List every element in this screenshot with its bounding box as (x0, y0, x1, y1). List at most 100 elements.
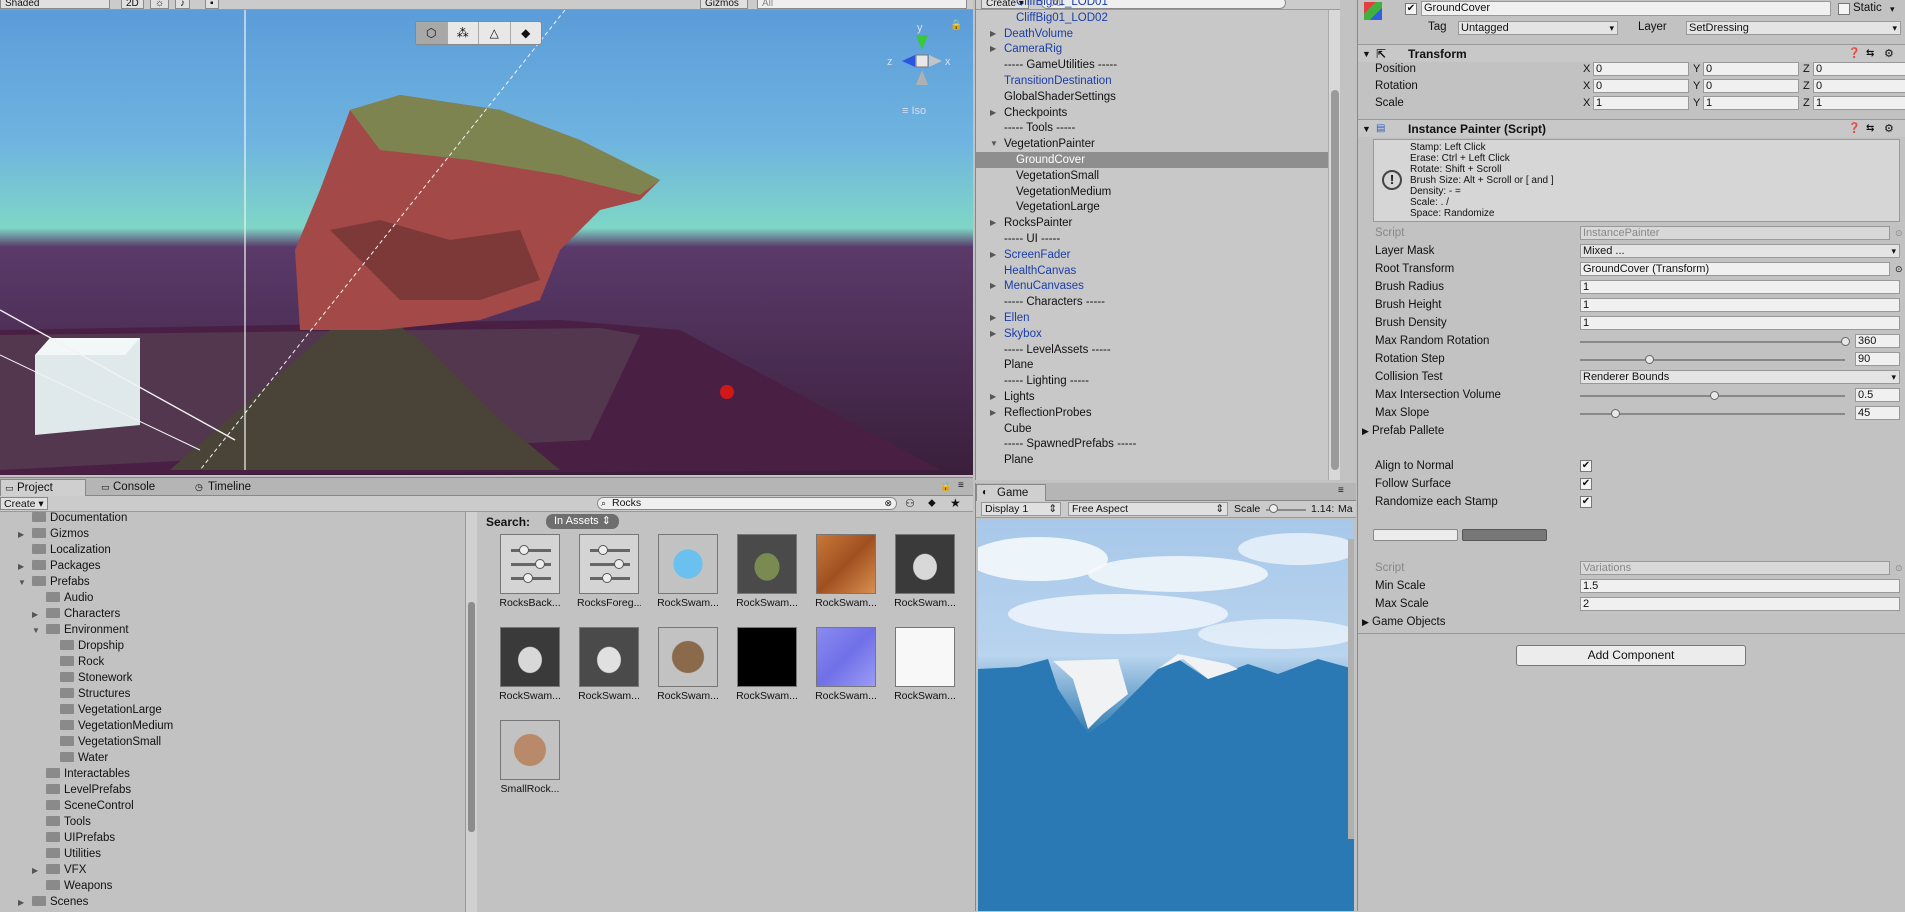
expand-arrow-icon[interactable]: ▶ (990, 278, 1000, 294)
game-objects-foldout-icon[interactable]: ▶ (1362, 614, 1369, 631)
rotation-step-field[interactable]: 90 (1855, 352, 1900, 366)
rotation-step-knob[interactable] (1645, 355, 1654, 364)
asset-item[interactable]: RocksForeg... (577, 534, 641, 616)
hierarchy-item[interactable]: ▶ Lights (976, 389, 1340, 405)
favorite-star-icon[interactable]: ★ (950, 496, 961, 510)
asset-item[interactable]: RocksBack... (498, 534, 562, 616)
folder-item[interactable]: Structures (46, 686, 130, 702)
expand-arrow-icon[interactable]: ▶ (990, 26, 1000, 42)
object-name-field[interactable]: GroundCover (1421, 1, 1831, 16)
hierarchy-item[interactable]: CliffBig01_LOD02 (976, 10, 1340, 26)
hierarchy-item[interactable]: ▶ CameraRig (976, 41, 1340, 57)
folder-item[interactable]: ▶ VFX (32, 862, 86, 878)
game-objects-row[interactable]: ▶ Game Objects (1358, 614, 1905, 631)
expand-arrow-icon[interactable]: ▶ (990, 215, 1000, 231)
active-checkbox[interactable]: ✔ (1405, 3, 1417, 15)
shape-tool-icon[interactable]: ◆ (511, 22, 542, 44)
palette-button-2[interactable] (1462, 529, 1547, 541)
transform-z-field[interactable]: 1 (1813, 96, 1905, 110)
folder-item[interactable]: VegetationMedium (46, 718, 173, 734)
min-scale-field[interactable]: 1.5 (1580, 579, 1900, 593)
max-slope-knob[interactable] (1611, 409, 1620, 418)
move-tool-icon[interactable]: ⬡ (416, 22, 448, 44)
axis-x-label[interactable]: X (1583, 61, 1590, 78)
view-mode-label[interactable]: ≡ Iso (902, 105, 926, 117)
display-dropdown[interactable]: Display 1 ⇕ (981, 502, 1061, 516)
tab-console[interactable]: ▭ Console (97, 479, 177, 496)
light-gizmo-icon[interactable] (720, 385, 734, 399)
static-dropdown-icon[interactable]: ▾ (1890, 4, 1895, 15)
lock-icon[interactable]: 🔒 (950, 20, 962, 31)
audio-toggle-icon[interactable]: ♪ (175, 0, 190, 9)
tab-game[interactable]: ◐ Game (976, 484, 1046, 501)
expand-arrow-icon[interactable]: ▶ (990, 105, 1000, 121)
expand-arrow-icon[interactable]: ▶ (32, 863, 46, 879)
hierarchy-item[interactable]: ----- UI ----- (976, 231, 1340, 247)
script2-picker-icon[interactable]: ⊙ (1895, 560, 1903, 577)
filter-label-icon[interactable]: ⬥ (928, 497, 936, 510)
max-random-rotation-knob[interactable] (1841, 337, 1850, 346)
folder-item[interactable]: ▶ Gizmos (18, 526, 89, 542)
hierarchy-item[interactable]: ----- LevelAssets ----- (976, 342, 1340, 358)
max-intersection-field[interactable]: 0.5 (1855, 388, 1900, 402)
axis-y-label[interactable]: Y (1693, 61, 1700, 78)
tab-timeline[interactable]: ◷ Timeline (192, 479, 272, 496)
2d-toggle[interactable]: 2D (121, 0, 144, 9)
add-component-button[interactable]: Add Component (1516, 645, 1746, 666)
pen-tool-icon[interactable]: △ (479, 22, 511, 44)
expand-arrow-icon[interactable]: ▶ (990, 405, 1000, 421)
asset-item[interactable]: RockSwam... (498, 627, 562, 709)
asset-item[interactable]: RockSwam... (814, 534, 878, 616)
project-create-button[interactable]: Create ▾ (0, 497, 48, 510)
transform-y-field[interactable]: 1 (1703, 96, 1799, 110)
asset-item[interactable]: RockSwam... (577, 627, 641, 709)
rotation-step-slider[interactable] (1580, 359, 1845, 361)
folder-item[interactable]: ▶ Characters (32, 606, 120, 622)
vertex-tool-icon[interactable]: ⁂ (448, 22, 479, 44)
hierarchy-item[interactable]: ----- Tools ----- (976, 120, 1340, 136)
hierarchy-item[interactable]: ▶ Ellen (976, 310, 1340, 326)
hierarchy-item[interactable]: ▶ ScreenFader (976, 247, 1340, 263)
hierarchy-item[interactable]: VegetationMedium (976, 184, 1340, 200)
hierarchy-item[interactable]: HealthCanvas (976, 263, 1340, 279)
folder-item[interactable]: ▶ Scenes (18, 894, 88, 910)
folder-item[interactable]: Utilities (32, 846, 101, 862)
max-intersection-knob[interactable] (1710, 391, 1719, 400)
gizmos-dropdown[interactable]: Gizmos (700, 0, 748, 9)
folder-item[interactable]: Weapons (32, 878, 112, 894)
lighting-toggle-icon[interactable]: ☼ (150, 0, 170, 9)
transform-header[interactable]: ▼ ⇱ Transform ❓ ⇆ ⚙ (1358, 44, 1905, 62)
painter-gear-icon[interactable]: ⚙ (1884, 120, 1894, 138)
maximize-toggle[interactable]: Ma (1338, 503, 1353, 515)
axis-z-label[interactable]: Z (1803, 95, 1810, 112)
hierarchy-item[interactable]: VegetationSmall (976, 168, 1340, 184)
folder-item[interactable]: Interactables (32, 766, 130, 782)
folder-item[interactable]: Audio (32, 590, 93, 606)
game-viewport[interactable] (978, 519, 1354, 911)
painter-preset-icon[interactable]: ⇆ (1866, 120, 1874, 138)
folder-item[interactable]: LevelPrefabs (32, 782, 131, 798)
hierarchy-item[interactable]: ▶ RocksPainter (976, 215, 1340, 231)
transform-y-field[interactable]: 0 (1703, 62, 1799, 76)
folder-item[interactable]: SceneControl (32, 798, 134, 814)
hierarchy-item[interactable]: ▶ MenuCanvases (976, 278, 1340, 294)
filter-type-icon[interactable]: ⚇ (905, 497, 915, 510)
panel-menu-icon[interactable]: ≡ (958, 480, 964, 491)
script-picker-icon[interactable]: ⊙ (1895, 225, 1903, 242)
root-transform-picker-icon[interactable]: ⊙ (1895, 261, 1903, 278)
painter-foldout-icon[interactable]: ▼ (1362, 120, 1371, 138)
effects-dropdown-icon[interactable]: ▪ (205, 0, 219, 9)
brush-density-field[interactable]: 1 (1580, 316, 1900, 330)
hierarchy-item[interactable]: ▶ Checkpoints (976, 105, 1340, 121)
hierarchy-item[interactable]: ▼ VegetationPainter (976, 136, 1340, 152)
brush-height-field[interactable]: 1 (1580, 298, 1900, 312)
axis-x-label[interactable]: X (1583, 78, 1590, 95)
expand-arrow-icon[interactable]: ▶ (32, 607, 46, 623)
hierarchy-item[interactable]: ----- Lighting ----- (976, 373, 1340, 389)
hierarchy-item[interactable]: ----- SpawnedPrefabs ----- (976, 436, 1340, 452)
axis-gizmo[interactable] (902, 35, 942, 85)
asset-item[interactable]: RockSwam... (735, 627, 799, 709)
max-random-rotation-slider[interactable] (1580, 341, 1845, 343)
asset-item[interactable]: SmallRock... (498, 720, 562, 802)
hierarchy-item[interactable]: ▶ Skybox (976, 326, 1340, 342)
